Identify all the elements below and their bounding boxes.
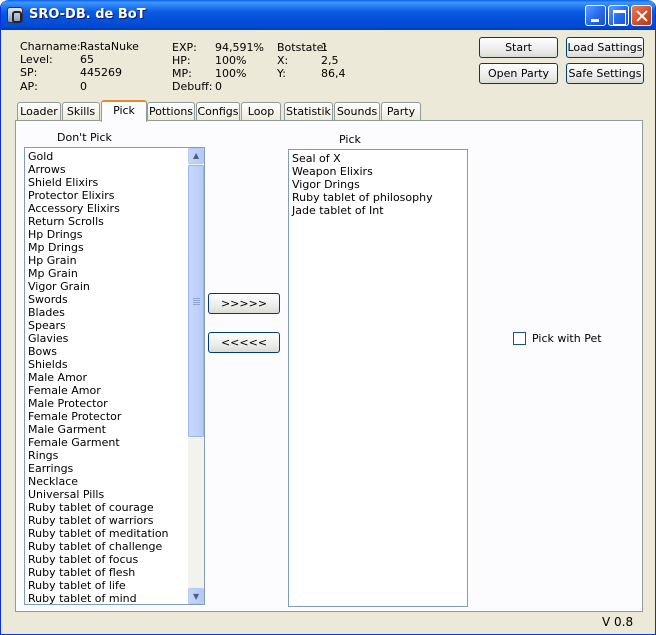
charname-value: RastaNuke xyxy=(80,40,139,53)
sp-label: SP: xyxy=(20,66,38,79)
pick-with-pet-label: Pick with Pet xyxy=(532,332,602,345)
minimize-button[interactable] xyxy=(585,5,606,26)
pick-with-pet-checkbox[interactable] xyxy=(513,332,526,345)
chevron-up-icon: ▲ xyxy=(193,151,200,160)
scroll-up-button[interactable]: ▲ xyxy=(188,148,204,164)
ap-label: AP: xyxy=(20,80,38,93)
title-bar[interactable]: SRO-DB. de BoT xyxy=(1,0,655,30)
scroll-down-button[interactable]: ▼ xyxy=(188,588,204,604)
list-item[interactable]: Ruby tablet of challenge xyxy=(25,540,188,553)
tab-pottions[interactable]: Pottions xyxy=(147,102,195,121)
version-label: V 0.8 xyxy=(602,615,634,629)
load-settings-button[interactable]: Load Sattings xyxy=(566,37,644,58)
tab-loop[interactable]: Loop xyxy=(241,102,281,121)
start-button[interactable]: Start xyxy=(479,37,558,58)
dont-pick-list[interactable]: Gold Arrows Shield Elixirs Protector Elixir… xyxy=(24,147,205,605)
botstate-value: 1 xyxy=(321,41,328,54)
pick-label: Pick xyxy=(339,133,361,146)
tab-configs[interactable]: Configs xyxy=(196,102,240,121)
charname-label: Charname: xyxy=(20,40,81,53)
pick-panel: Don't Pick Pick Gold Arrows Shield Elixirs… xyxy=(15,120,643,612)
move-to-pick-button[interactable]: >>>>> xyxy=(208,293,280,314)
grip-icon xyxy=(193,298,200,305)
list-item[interactable]: Ruby tablet of warriors xyxy=(25,514,188,527)
list-item[interactable]: Seal of X xyxy=(289,152,465,165)
list-item[interactable]: Earrings xyxy=(25,462,188,475)
list-item[interactable]: Bows xyxy=(25,345,188,358)
debuff-value: 0 xyxy=(215,80,222,93)
list-item[interactable]: Spears xyxy=(25,319,188,332)
list-item[interactable]: Female Protector xyxy=(25,410,188,423)
hp-value: 100% xyxy=(215,54,247,67)
list-item[interactable]: Female Amor xyxy=(25,384,188,397)
list-item[interactable]: Ruby tablet of philosophy xyxy=(289,191,465,204)
list-item[interactable]: Ruby tablet of mind xyxy=(25,592,188,604)
exp-label: EXP: xyxy=(172,41,197,54)
level-label: Level: xyxy=(20,53,53,66)
pick-list[interactable]: Seal of X Weapon Elixirs Vigor Drings Ruby … xyxy=(288,149,468,607)
list-item[interactable]: Glavies xyxy=(25,332,188,345)
tab-party[interactable]: Party xyxy=(381,102,421,121)
botstate-label: Botstate: xyxy=(277,41,328,54)
chevron-down-icon: ▼ xyxy=(193,592,200,601)
maximize-button[interactable] xyxy=(608,5,629,26)
list-item[interactable]: Necklace xyxy=(25,475,188,488)
list-item[interactable]: Ruby tablet of meditation xyxy=(25,527,188,540)
list-item[interactable]: Protector Elixirs xyxy=(25,189,188,202)
list-item[interactable]: Ruby tablet of courage xyxy=(25,501,188,514)
list-item[interactable]: Mp Drings xyxy=(25,241,188,254)
list-item[interactable]: Accessory Elixirs xyxy=(25,202,188,215)
hp-label: HP: xyxy=(172,54,191,67)
open-party-button[interactable]: Open Party xyxy=(479,63,558,84)
level-value: 65 xyxy=(80,53,94,66)
list-item[interactable]: Hp Drings xyxy=(25,228,188,241)
app-lock-icon xyxy=(7,7,23,23)
list-item[interactable]: Male Garment xyxy=(25,423,188,436)
list-item[interactable]: Universal Pills xyxy=(25,488,188,501)
mp-label: MP: xyxy=(172,67,192,80)
tab-statistik[interactable]: Statistik xyxy=(284,102,333,121)
list-item[interactable]: Hp Grain xyxy=(25,254,188,267)
list-item[interactable]: Blades xyxy=(25,306,188,319)
main-window: SRO-DB. de BoT Charname: RastaNuke Level… xyxy=(0,0,656,635)
ap-value: 0 xyxy=(80,80,87,93)
list-item[interactable]: Shield Elixirs xyxy=(25,176,188,189)
x-label: X: xyxy=(277,54,289,67)
list-item[interactable]: Vigor Grain xyxy=(25,280,188,293)
list-item[interactable]: Gold xyxy=(25,150,188,163)
list-item[interactable]: Male Protector xyxy=(25,397,188,410)
sp-value: 445269 xyxy=(80,66,122,79)
y-label: Y: xyxy=(277,67,286,80)
list-item[interactable]: Weapon Elixirs xyxy=(289,165,465,178)
list-item[interactable]: Jade tablet of Int xyxy=(289,204,465,217)
dont-pick-scrollbar[interactable]: ▲ ▼ xyxy=(188,148,204,604)
window-title: SRO-DB. de BoT xyxy=(29,7,146,22)
debuff-label: Debuff: xyxy=(172,80,213,93)
list-item[interactable]: Ruby tablet of life xyxy=(25,579,188,592)
tab-loader[interactable]: Loader xyxy=(17,102,61,121)
list-item[interactable]: Vigor Drings xyxy=(289,178,465,191)
list-item[interactable]: Shields xyxy=(25,358,188,371)
tab-sounds[interactable]: Sounds xyxy=(334,102,380,121)
tab-pick[interactable]: Pick xyxy=(101,100,147,122)
x-value: 2,5 xyxy=(321,54,339,67)
tab-skills[interactable]: Skills xyxy=(62,102,100,121)
list-item[interactable]: Rings xyxy=(25,449,188,462)
mp-value: 100% xyxy=(215,67,247,80)
exp-value: 94,591% xyxy=(215,41,264,54)
move-to-dont-pick-button[interactable]: <<<<< xyxy=(208,332,280,353)
dont-pick-label: Don't Pick xyxy=(57,131,112,144)
scroll-thumb[interactable] xyxy=(188,165,204,437)
list-item[interactable]: Arrows xyxy=(25,163,188,176)
list-item[interactable]: Mp Grain xyxy=(25,267,188,280)
list-item[interactable]: Male Amor xyxy=(25,371,188,384)
list-item[interactable]: Female Garment xyxy=(25,436,188,449)
safe-settings-button[interactable]: Safe Settings xyxy=(566,63,644,84)
close-button[interactable] xyxy=(631,5,652,26)
list-item[interactable]: Return Scrolls xyxy=(25,215,188,228)
y-value: 86,4 xyxy=(321,67,346,80)
list-item[interactable]: Ruby tablet of focus xyxy=(25,553,188,566)
list-item[interactable]: Ruby tablet of flesh xyxy=(25,566,188,579)
list-item[interactable]: Swords xyxy=(25,293,188,306)
